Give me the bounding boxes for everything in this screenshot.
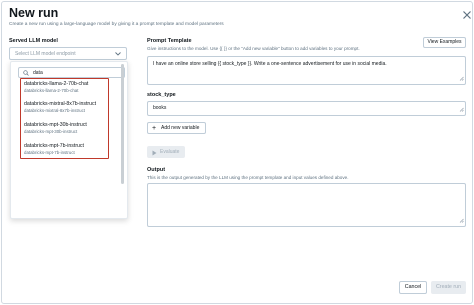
search-icon xyxy=(23,70,29,78)
model-option-sub: databricks-llama-2-70b-chat xyxy=(24,88,79,93)
output-help: This is the output generated by the LLM … xyxy=(147,175,349,180)
plus-icon: + xyxy=(152,125,157,132)
add-variable-button[interactable]: + Add new variable xyxy=(147,122,206,134)
cancel-button[interactable]: Cancel xyxy=(399,281,427,294)
model-option-name: databricks-mpt-7b-instruct xyxy=(24,143,84,149)
prompt-template-textarea[interactable]: I have an online store selling {{ stock_… xyxy=(147,56,466,85)
resize-handle-icon[interactable] xyxy=(459,218,464,225)
variable-input[interactable]: books xyxy=(147,101,466,116)
view-examples-button[interactable]: View Examples xyxy=(423,37,466,48)
close-icon[interactable] xyxy=(462,10,472,20)
play-icon xyxy=(152,149,157,161)
variable-label: stock_type xyxy=(147,92,176,98)
model-option-name: databricks-mpt-30b-instruct xyxy=(24,122,87,128)
model-option[interactable]: databricks-mpt-30b-instruct databricks-m… xyxy=(24,122,87,134)
create-run-button[interactable]: Create run xyxy=(431,281,466,294)
model-search-input[interactable]: data xyxy=(18,67,125,78)
model-option-name: databricks-mixtral-8x7b-instruct xyxy=(24,101,97,107)
resize-handle-icon[interactable] xyxy=(459,107,464,114)
dialog-subtitle: Create a new run using a large-language … xyxy=(9,22,224,27)
model-select[interactable]: Select LLM model endpoint xyxy=(9,47,127,60)
model-option[interactable]: databricks-mpt-7b-instruct databricks-mp… xyxy=(24,143,84,155)
model-option[interactable]: databricks-llama-2-70b-chat databricks-l… xyxy=(24,81,88,93)
output-label: Output xyxy=(147,167,166,173)
variable-value: books xyxy=(153,105,167,111)
chevron-down-icon xyxy=(115,52,121,58)
dialog-title: New run xyxy=(9,6,59,20)
prompt-template-help: Give instructions to the model. Use {{ }… xyxy=(147,46,360,51)
model-select-placeholder: Select LLM model endpoint xyxy=(15,51,76,57)
model-option-sub: databricks-mixtral-8x7b-instruct xyxy=(24,108,85,113)
output-textarea[interactable] xyxy=(147,183,466,227)
prompt-template-label: Prompt Template xyxy=(147,38,192,44)
evaluate-label: Evaluate xyxy=(160,149,180,155)
dropdown-scrollbar[interactable] xyxy=(121,64,124,184)
model-option-sub: databricks-mpt-30b-instruct xyxy=(24,129,78,134)
model-option-sub: databricks-mpt-7b-instruct xyxy=(24,150,75,155)
resize-handle-icon[interactable] xyxy=(459,76,464,83)
model-search-value: data xyxy=(33,70,43,76)
add-variable-label: Add new variable xyxy=(161,125,200,131)
model-option[interactable]: databricks-mixtral-8x7b-instruct databri… xyxy=(24,101,96,113)
prompt-template-value: I have an online store selling {{ stock_… xyxy=(153,61,387,67)
evaluate-button[interactable]: Evaluate xyxy=(147,146,185,158)
model-label: Served LLM model xyxy=(9,38,58,44)
model-option-name: databricks-llama-2-70b-chat xyxy=(24,81,89,87)
